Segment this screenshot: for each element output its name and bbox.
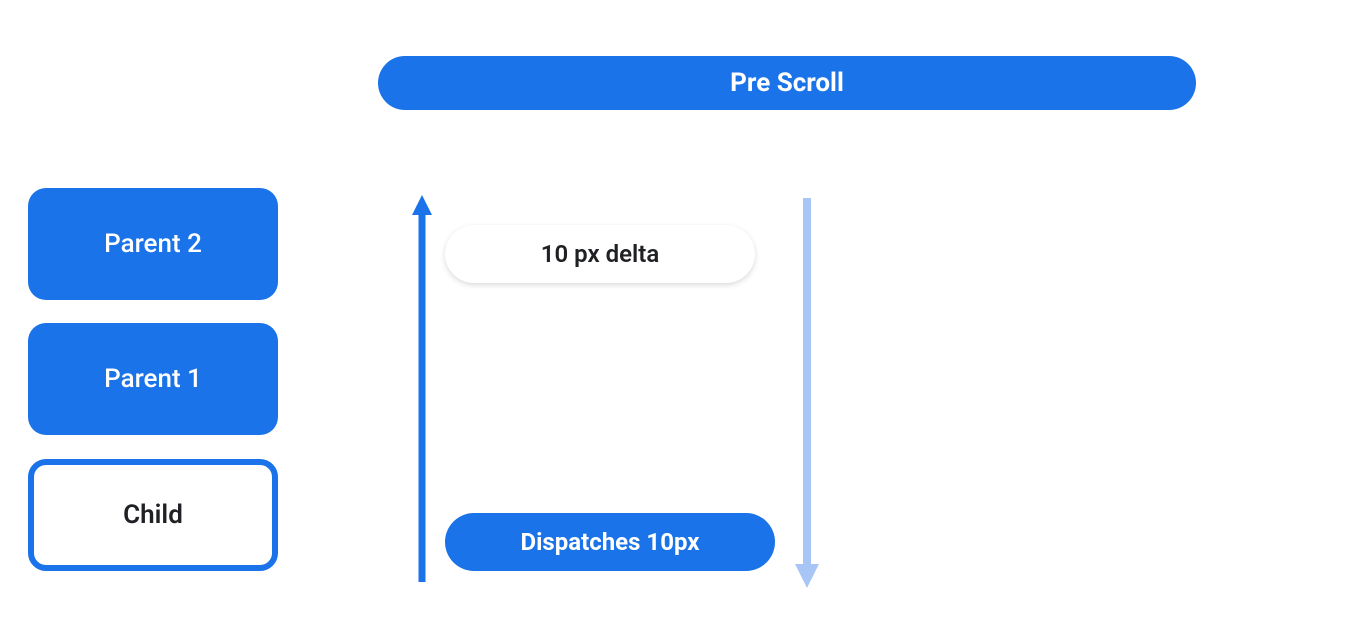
pre-scroll-header: Pre Scroll — [378, 56, 1196, 110]
dispatch-tag: Dispatches 10px — [445, 513, 775, 571]
dispatch-tag-label: Dispatches 10px — [520, 528, 699, 556]
downward-arrow-icon — [795, 198, 819, 588]
child-node: Child — [28, 459, 278, 571]
upward-arrow-icon — [412, 195, 432, 582]
parent-2-node: Parent 2 — [28, 188, 278, 300]
pre-scroll-header-label: Pre Scroll — [730, 68, 844, 98]
child-label: Child — [123, 500, 183, 530]
parent-2-label: Parent 2 — [104, 229, 202, 259]
delta-tag: 10 px delta — [445, 225, 755, 283]
delta-tag-label: 10 px delta — [541, 240, 659, 268]
parent-1-node: Parent 1 — [28, 323, 278, 435]
parent-1-label: Parent 1 — [104, 364, 202, 394]
